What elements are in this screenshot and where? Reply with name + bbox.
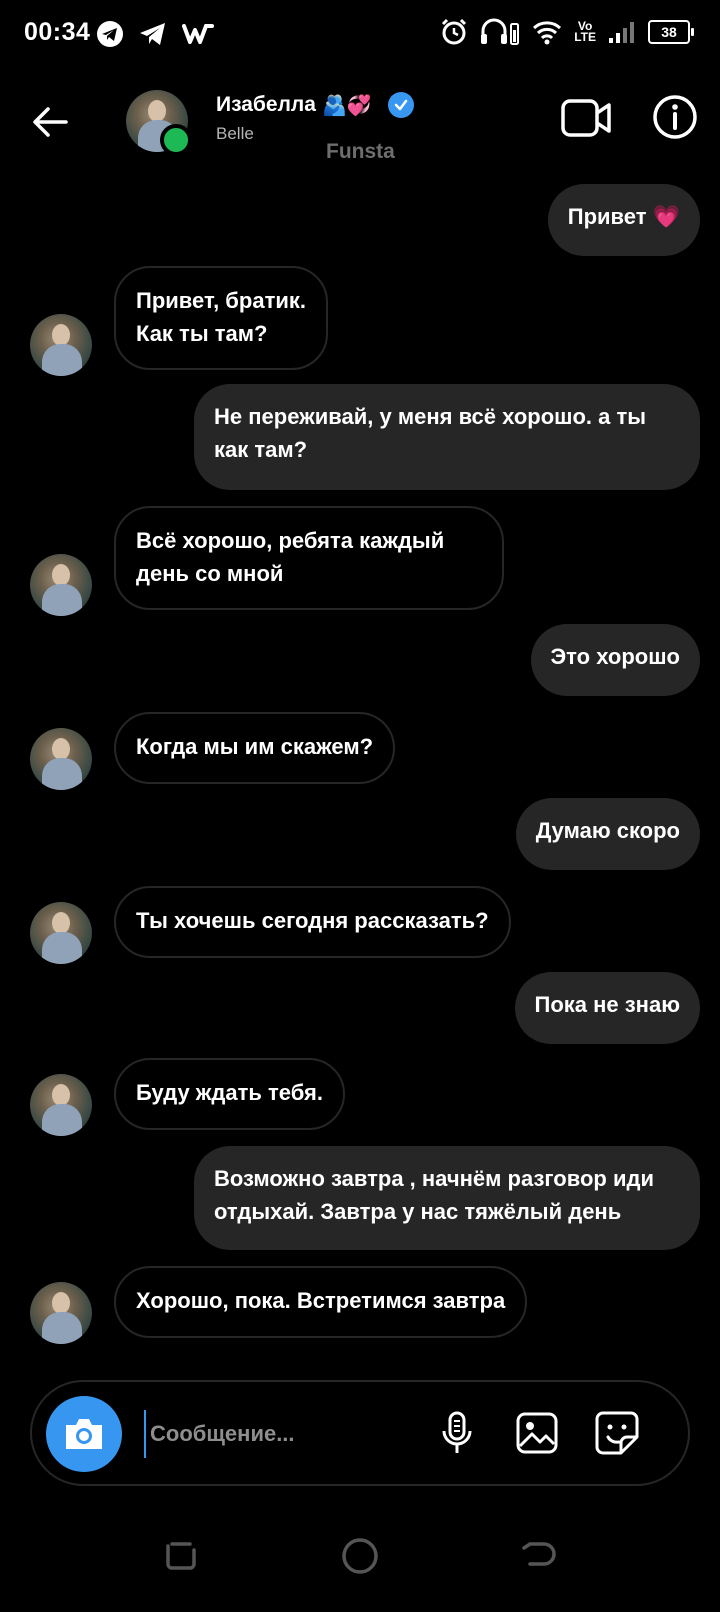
status-notification-icons (96, 20, 214, 48)
recent-apps-icon[interactable] (158, 1534, 202, 1578)
sender-avatar[interactable] (30, 902, 92, 964)
back-arrow-icon[interactable] (28, 100, 72, 144)
video-call-icon[interactable] (560, 96, 612, 140)
sender-avatar[interactable] (30, 1074, 92, 1136)
microphone-button[interactable] (432, 1408, 482, 1458)
status-bar: 00:34 Vo LTE 38 (0, 0, 720, 72)
telegram-icon (97, 21, 123, 47)
image-icon (516, 1412, 558, 1454)
sticker-button[interactable] (592, 1408, 642, 1458)
sender-avatar[interactable] (30, 1282, 92, 1344)
message-bubble-outgoing[interactable]: Возможно завтра , начнём разговор иди от… (194, 1146, 700, 1250)
verified-badge-icon (387, 92, 414, 118)
w-app-icon (182, 24, 214, 44)
contact-username: Belle (216, 124, 254, 143)
alarm-icon (442, 18, 467, 45)
camera-icon (66, 1419, 102, 1449)
message-input[interactable] (144, 1410, 432, 1458)
microphone-icon (442, 1411, 472, 1453)
message-bubble-outgoing[interactable]: Привет 💗 (547, 184, 700, 256)
system-nav-bar (0, 1520, 720, 1612)
telegram-plane-icon (140, 23, 165, 45)
message-bubble-incoming[interactable]: Всё хорошо, ребята каждый день со мной (114, 506, 504, 610)
chat-header: Изабелла 🫂💞 Belle Funsta (0, 72, 720, 184)
sender-avatar[interactable] (30, 728, 92, 790)
message-composer (30, 1380, 690, 1486)
home-icon[interactable] (338, 1534, 382, 1578)
status-time: 00:34 (24, 18, 91, 46)
camera-button[interactable] (46, 1396, 122, 1472)
status-system-icons: Vo LTE 38 (440, 18, 694, 46)
signal-icon (609, 22, 634, 43)
info-icon[interactable] (652, 94, 698, 140)
sender-avatar[interactable] (30, 314, 92, 376)
message-list[interactable]: Привет 💗 Привет, братик. Как ты там? Не … (0, 184, 720, 1364)
name-emojis: 🫂💞 (321, 94, 372, 117)
wifi-icon (533, 21, 562, 45)
message-bubble-incoming[interactable]: Ты хочешь сегодня рассказать? (114, 886, 511, 958)
message-bubble-outgoing[interactable]: Думаю скоро (515, 798, 700, 870)
contact-name-row[interactable]: Изабелла 🫂💞 (216, 92, 414, 118)
message-bubble-outgoing[interactable]: Это хорошо (530, 624, 700, 696)
message-bubble-incoming[interactable]: Когда мы им скажем? (114, 712, 396, 784)
message-bubble-incoming[interactable]: Хорошо, пока. Встретимся завтра (114, 1266, 528, 1338)
message-bubble-outgoing[interactable]: Пока не знаю (514, 972, 700, 1044)
sender-avatar[interactable] (30, 554, 92, 616)
sticker-icon (595, 1411, 639, 1455)
online-status-dot (160, 124, 192, 156)
back-nav-icon[interactable] (518, 1534, 562, 1578)
message-bubble-incoming[interactable]: Привет, братик. Как ты там? (114, 266, 328, 370)
message-bubble-incoming[interactable]: Буду ждать тебя. (114, 1058, 345, 1130)
contact-name: Изабелла (216, 93, 316, 116)
funsta-label: Funsta (326, 140, 395, 163)
message-bubble-outgoing[interactable]: Не переживай, у меня всё хорошо. а ты ка… (194, 384, 700, 490)
volte-label: Vo LTE (574, 19, 596, 44)
battery-icon: 38 (648, 20, 694, 44)
headphones-battery-icon (481, 18, 520, 45)
gallery-button[interactable] (512, 1408, 562, 1458)
